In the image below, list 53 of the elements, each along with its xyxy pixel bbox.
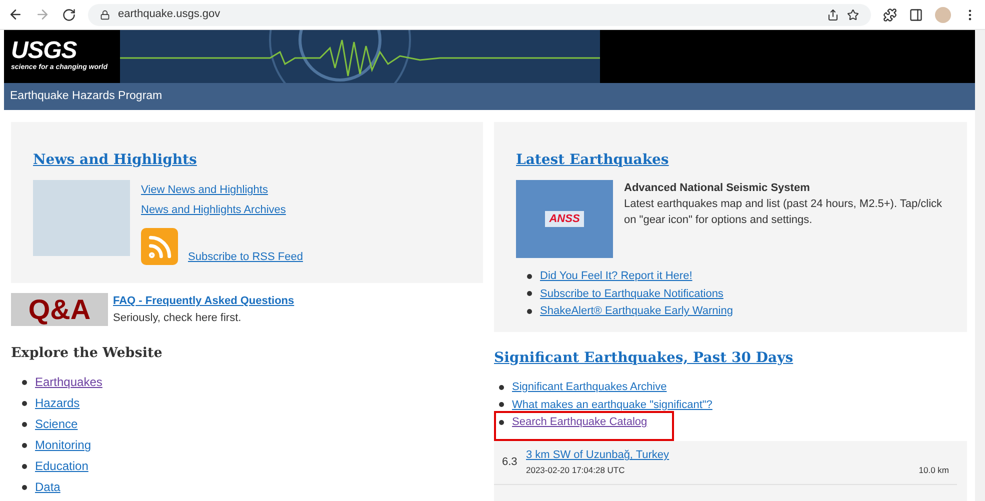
- link[interactable]: Science: [35, 415, 78, 434]
- bullet-icon: [22, 464, 27, 469]
- bullet-icon: [527, 308, 532, 314]
- bullet-icon: [499, 402, 504, 408]
- link[interactable]: Search Earthquake Catalog: [512, 414, 648, 430]
- bullet-icon: [22, 484, 27, 490]
- side-panel-icon[interactable]: [909, 8, 923, 22]
- star-icon[interactable]: [847, 8, 859, 20]
- link[interactable]: View News and Highlights: [141, 182, 303, 198]
- description: Latest earthquakes map and list (past 24 hours, M2.5+). Tap/click on "gear icon" for options and settings.: [624, 197, 944, 228]
- earthquake-row[interactable]: 6.3 3 km SW of Uzunbağ, Turkey 2023-02-20 17:04:28 UTC 10.0 km: [494, 440, 957, 484]
- link[interactable]: Did You Feel It? Report it Here!: [540, 268, 692, 284]
- reload-icon[interactable]: [62, 8, 76, 22]
- event-time: 2023-02-20 17:04:28 UTC: [526, 464, 625, 477]
- bullet-icon: [22, 400, 27, 406]
- share-icon[interactable]: [827, 8, 839, 20]
- extensions-icon[interactable]: [883, 8, 897, 22]
- event-depth: 10.0 km: [918, 464, 949, 477]
- link[interactable]: Subscribe to Earthquake Notifications: [540, 286, 724, 302]
- bullet-icon: [22, 380, 27, 385]
- map-label: ANSS: [545, 210, 584, 228]
- lock-icon: [100, 10, 110, 20]
- program-title: Earthquake Hazards Program: [10, 88, 162, 104]
- link[interactable]: News and Highlights Archives: [141, 202, 303, 218]
- link[interactable]: Hazards: [35, 394, 80, 412]
- logo-text: USGS: [11, 39, 77, 64]
- link[interactable]: Education: [35, 457, 88, 476]
- bullet-icon: [527, 274, 532, 279]
- link[interactable]: Earthquakes: [35, 373, 102, 392]
- magnitude: 6.3: [502, 454, 517, 470]
- back-icon[interactable]: [8, 7, 23, 22]
- link[interactable]: What makes an earthquake "significant"?: [512, 396, 712, 413]
- section-heading-link[interactable]: Latest Earthquakes: [516, 152, 669, 168]
- link[interactable]: Monitoring: [35, 436, 92, 454]
- bullet-icon: [499, 420, 504, 425]
- section-heading-link[interactable]: Significant Earthquakes, Past 30 Days: [494, 348, 967, 369]
- bullet-icon: [22, 442, 27, 448]
- bullet-icon: [499, 384, 504, 390]
- address-bar[interactable]: earthquake.usgs.gov: [88, 4, 871, 26]
- link[interactable]: ShakeAlert® Earthquake Early Warning: [540, 303, 733, 320]
- section-heading-link[interactable]: News and Highlights: [33, 152, 197, 168]
- section-heading: Explore the Website: [11, 344, 164, 363]
- faq-note: Seriously, check here first.: [113, 310, 242, 326]
- system-title: Advanced National Seismic System: [624, 181, 811, 196]
- link[interactable]: 3 km SW of Uzunbağ, Turkey: [526, 447, 949, 464]
- qa-badge: Q&A: [11, 293, 108, 326]
- link[interactable]: Significant Earthquakes Archive: [512, 379, 667, 396]
- url-text: earthquake.usgs.gov: [118, 7, 220, 22]
- bullet-icon: [22, 422, 27, 427]
- bullet-icon: [527, 291, 532, 296]
- link[interactable]: Data: [35, 478, 60, 496]
- link[interactable]: FAQ - Frequently Asked Questions: [113, 293, 294, 310]
- link[interactable]: Subscribe to RSS Feed: [188, 248, 303, 265]
